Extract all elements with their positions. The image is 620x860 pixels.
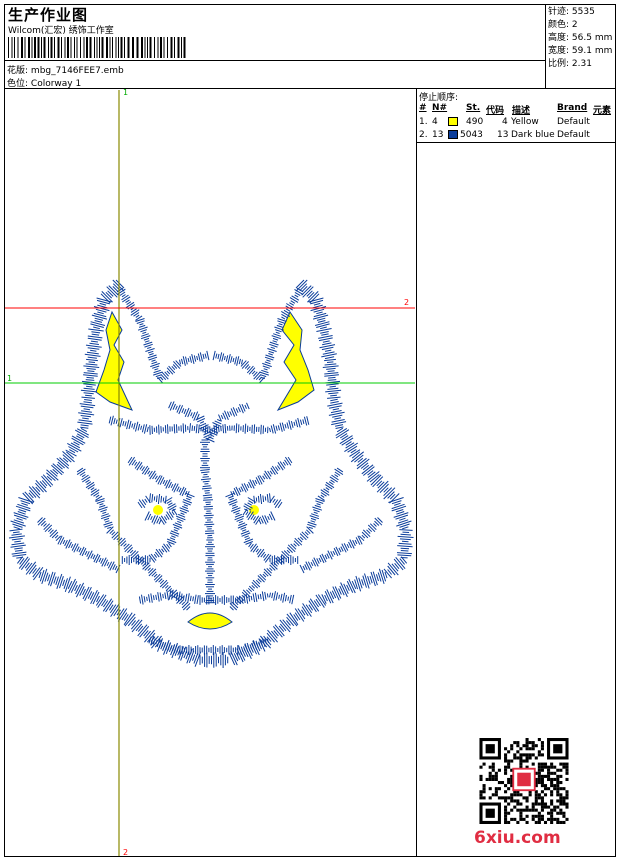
stop-sequence-title: 停止顺序: — [419, 93, 459, 103]
header-divider-2 — [4, 88, 616, 89]
stats-divider — [545, 4, 546, 88]
company-name: Wilcom(汇宏) 绣饰工作室 — [8, 26, 114, 36]
col-needle: N# — [432, 103, 448, 113]
design-row: 花版: mbg_7146FEE7.emb — [7, 63, 124, 76]
stat-width: 宽度: 59.1 mm — [548, 46, 613, 56]
design-label: 花版: — [7, 66, 29, 76]
stat-scale: 比例: 2.31 — [548, 59, 592, 69]
stat-colors: 颜色: 2 — [548, 20, 578, 30]
wolf-head-embroidery — [8, 279, 414, 668]
col-index: # — [419, 103, 427, 113]
panel-divider — [416, 88, 417, 857]
table-divider — [416, 142, 616, 143]
col-description: 描述 — [512, 106, 531, 116]
design-value: mbg_7146FEE7.emb — [30, 66, 124, 76]
color-swatch — [448, 130, 458, 139]
color-swatch — [448, 117, 458, 126]
guide-label-red: 2 — [404, 298, 410, 307]
col-code: 代码 — [486, 106, 505, 116]
qr-code — [479, 738, 569, 824]
embroidery-preview — [5, 90, 415, 856]
guide-label-green: 1 — [7, 374, 13, 383]
col-brand: Brand — [557, 103, 588, 113]
guide-label-top: 1 — [123, 88, 129, 97]
col-stitches: St. — [466, 103, 481, 113]
header-divider-1 — [4, 60, 545, 61]
page-title: 生产作业图 — [8, 6, 89, 24]
colorway-row: 色位: Colorway 1 — [7, 76, 81, 89]
colorway-label: 色位: — [7, 79, 29, 89]
watermark-text: 6xiu.com — [474, 828, 561, 848]
stat-height: 高度: 56.5 mm — [548, 33, 613, 43]
guide-label-bottom: 2 — [123, 848, 129, 857]
barcode — [8, 37, 186, 58]
stat-stitches: 针迹: 5535 — [548, 7, 595, 17]
colorway-value: Colorway 1 — [30, 79, 82, 89]
col-element: 元素 — [593, 106, 612, 116]
